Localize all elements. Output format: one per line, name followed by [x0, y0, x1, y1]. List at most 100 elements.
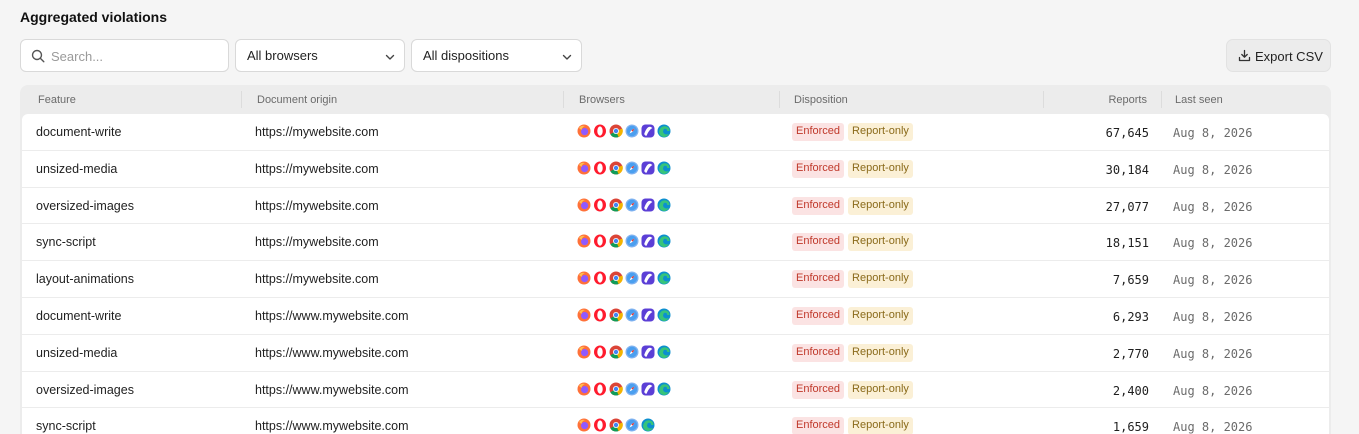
table-row[interactable]: layout-animations https://mywebsite.com …: [22, 261, 1329, 298]
report-only-badge: Report-only: [848, 343, 913, 362]
last-seen-cell: Aug 8, 2026: [1173, 162, 1253, 177]
report-only-badge: Report-only: [848, 123, 913, 141]
disposition-cell: Enforced Report-only: [792, 233, 913, 252]
dispositions-filter-value: All dispositions: [423, 48, 509, 63]
feature-cell: document-write: [36, 125, 122, 139]
origin-cell: https://www.mywebsite.com: [255, 419, 409, 434]
firefox-icon: [577, 418, 591, 432]
safari-icon: [625, 161, 639, 175]
report-only-badge: Report-only: [848, 306, 913, 325]
opera-icon: [593, 382, 607, 396]
last-seen-cell: Aug 8, 2026: [1173, 236, 1253, 251]
arc-icon: [641, 124, 655, 138]
report-only-badge: Report-only: [848, 233, 913, 252]
chrome-icon: [609, 124, 623, 138]
firefox-icon: [577, 382, 591, 396]
browsers-filter-select[interactable]: All browsers: [235, 39, 405, 72]
edge-icon: [657, 345, 671, 359]
edge-icon: [657, 382, 671, 396]
browsers-cell: [577, 124, 671, 138]
table-row[interactable]: document-write https://mywebsite.com Enf…: [22, 114, 1329, 151]
browsers-cell: [577, 345, 671, 359]
search-input[interactable]: [51, 46, 221, 66]
column-header-reports[interactable]: Reports: [1108, 94, 1147, 106]
browsers-cell: [577, 308, 671, 322]
table-row[interactable]: unsized-media https://mywebsite.com Enfo…: [22, 151, 1329, 188]
origin-cell: https://mywebsite.com: [255, 198, 379, 213]
opera-icon: [593, 271, 607, 285]
table-row[interactable]: oversized-images https://mywebsite.com E…: [22, 188, 1329, 225]
origin-cell: https://mywebsite.com: [255, 272, 379, 287]
edge-icon: [657, 234, 671, 248]
enforced-badge: Enforced: [792, 196, 845, 215]
feature-cell: document-write: [36, 308, 122, 323]
chevron-down-icon: [562, 54, 572, 60]
enforced-badge: Enforced: [792, 417, 845, 434]
report-only-badge: Report-only: [848, 417, 913, 434]
column-divider: [1161, 91, 1162, 108]
last-seen-cell: Aug 8, 2026: [1173, 346, 1253, 361]
enforced-badge: Enforced: [792, 270, 845, 289]
table-row[interactable]: document-write https://www.mywebsite.com…: [22, 298, 1329, 335]
report-only-badge: Report-only: [848, 380, 913, 399]
export-csv-label: Export CSV: [1255, 49, 1323, 64]
opera-icon: [593, 198, 607, 212]
disposition-cell: Enforced Report-only: [792, 123, 913, 141]
column-header-browsers[interactable]: Browsers: [579, 94, 625, 106]
arc-icon: [641, 345, 655, 359]
safari-icon: [625, 271, 639, 285]
origin-cell: https://mywebsite.com: [255, 125, 379, 139]
reports-cell: 67,645: [1105, 126, 1149, 140]
arc-icon: [641, 198, 655, 212]
download-icon: [1238, 49, 1251, 62]
firefox-icon: [577, 161, 591, 175]
safari-icon: [625, 124, 639, 138]
table-row[interactable]: sync-script https://mywebsite.com Enforc…: [22, 224, 1329, 262]
arc-icon: [641, 382, 655, 396]
feature-cell: sync-script: [36, 235, 96, 250]
last-seen-cell: Aug 8, 2026: [1173, 309, 1253, 324]
feature-cell: sync-script: [36, 419, 96, 434]
browsers-cell: [577, 234, 671, 248]
enforced-badge: Enforced: [792, 123, 845, 141]
toolbar: All browsers All dispositions Export CSV: [20, 39, 1331, 72]
dispositions-filter-select[interactable]: All dispositions: [411, 39, 582, 72]
table-body: document-write https://mywebsite.com Enf…: [22, 114, 1329, 434]
column-header-origin[interactable]: Document origin: [257, 94, 337, 106]
safari-icon: [625, 382, 639, 396]
column-header-last-seen[interactable]: Last seen: [1175, 94, 1223, 106]
enforced-badge: Enforced: [792, 159, 845, 178]
column-header-disposition[interactable]: Disposition: [794, 94, 848, 106]
table-row[interactable]: sync-script https://www.mywebsite.com En…: [22, 408, 1329, 434]
search-box[interactable]: [20, 39, 229, 72]
chrome-icon: [609, 234, 623, 248]
enforced-badge: Enforced: [792, 380, 845, 399]
arc-icon: [641, 161, 655, 175]
last-seen-cell: Aug 8, 2026: [1173, 383, 1253, 398]
browsers-cell: [577, 382, 671, 396]
table-row[interactable]: unsized-media https://www.mywebsite.com …: [22, 335, 1329, 372]
column-header-feature[interactable]: Feature: [38, 94, 76, 106]
last-seen-cell: Aug 8, 2026: [1173, 126, 1253, 140]
safari-icon: [625, 234, 639, 248]
edge-icon: [641, 418, 655, 432]
last-seen-cell: Aug 8, 2026: [1173, 199, 1253, 214]
origin-cell: https://www.mywebsite.com: [255, 308, 409, 323]
feature-cell: unsized-media: [36, 345, 118, 360]
disposition-cell: Enforced Report-only: [792, 417, 913, 434]
feature-cell: oversized-images: [36, 382, 134, 397]
opera-icon: [593, 234, 607, 248]
column-divider: [241, 91, 242, 108]
search-icon: [31, 49, 45, 63]
firefox-icon: [577, 271, 591, 285]
feature-cell: layout-animations: [36, 272, 134, 287]
firefox-icon: [577, 308, 591, 322]
reports-cell: 27,077: [1105, 199, 1149, 214]
origin-cell: https://www.mywebsite.com: [255, 345, 409, 360]
table-row[interactable]: oversized-images https://www.mywebsite.c…: [22, 372, 1329, 409]
export-csv-button[interactable]: Export CSV: [1226, 39, 1331, 72]
opera-icon: [593, 161, 607, 175]
feature-cell: oversized-images: [36, 198, 134, 213]
chrome-icon: [609, 161, 623, 175]
last-seen-cell: Aug 8, 2026: [1173, 273, 1253, 288]
